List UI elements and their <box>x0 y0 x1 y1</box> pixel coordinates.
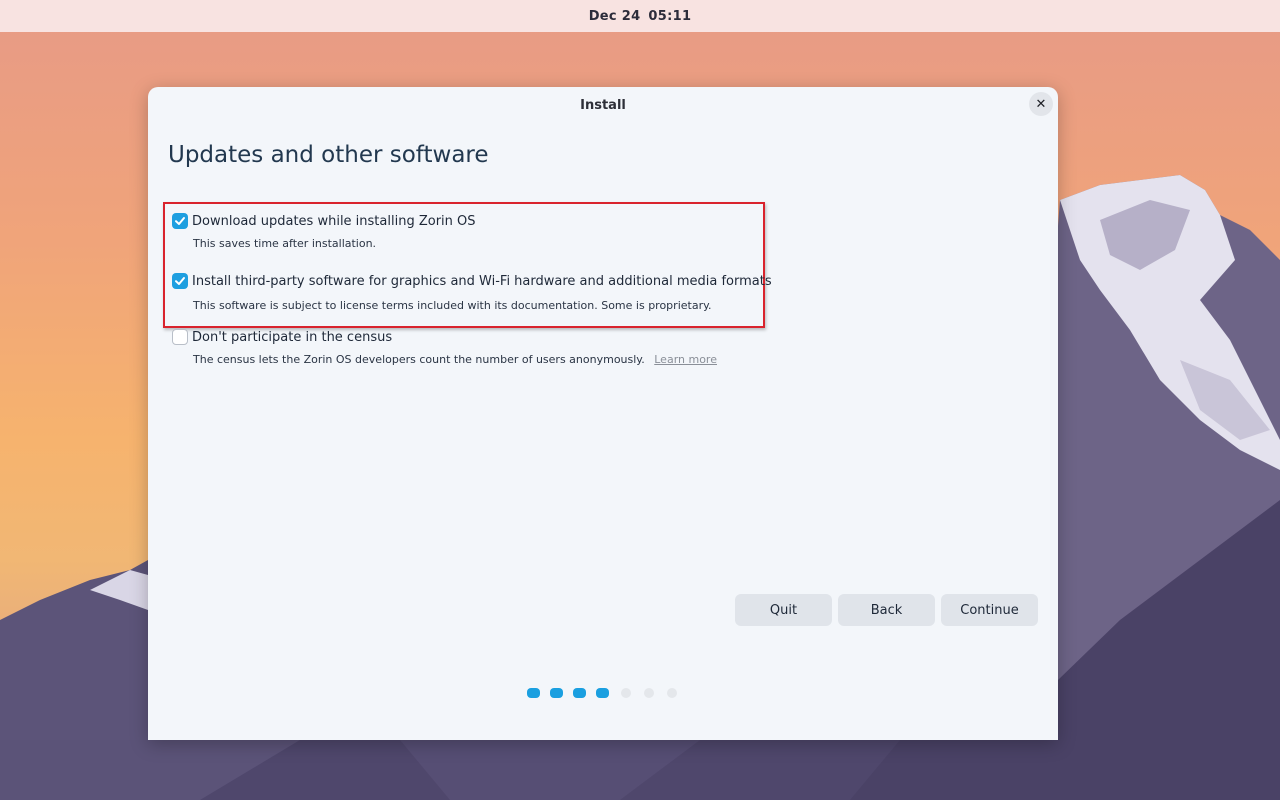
title-bar: Install ✕ <box>148 87 1058 123</box>
clock[interactable]: Dec 24 05:11 <box>589 9 692 24</box>
download-updates-checkbox[interactable] <box>172 213 188 229</box>
installer-window: Install ✕ Updates and other software Dow… <box>148 87 1058 740</box>
progress-dot-7 <box>666 688 677 698</box>
window-title: Install <box>580 97 626 113</box>
quit-button[interactable]: Quit <box>735 594 832 626</box>
clock-date: Dec 24 <box>588 8 641 24</box>
clock-time: 05:11 <box>648 8 692 24</box>
download-updates-description: This saves time after installation. <box>193 237 377 250</box>
checkmark-icon <box>175 277 185 285</box>
progress-dot-6 <box>643 688 654 698</box>
progress-dot-4 <box>596 688 609 698</box>
close-button[interactable]: ✕ <box>1029 92 1053 116</box>
third-party-description: This software is subject to license term… <box>193 299 712 312</box>
census-description: The census lets the Zorin OS developers … <box>193 353 645 366</box>
progress-dot-1 <box>527 688 540 698</box>
progress-dot-3 <box>573 688 586 698</box>
census-checkbox[interactable] <box>172 329 188 345</box>
third-party-checkbox[interactable] <box>172 273 188 289</box>
learn-more-link[interactable]: Learn more <box>654 353 717 366</box>
continue-button[interactable]: Continue <box>941 594 1038 626</box>
census-label[interactable]: Don't participate in the census <box>192 330 392 345</box>
top-bar: Dec 24 05:11 <box>0 0 1280 32</box>
close-icon: ✕ <box>1035 96 1047 112</box>
option-census: Don't participate in the census The cens… <box>172 329 717 366</box>
progress-dot-5 <box>620 688 631 698</box>
back-button[interactable]: Back <box>838 594 935 626</box>
desktop: Dec 24 05:11 Install ✕ Updates and other… <box>0 0 1280 800</box>
page-title: Updates and other software <box>168 142 489 168</box>
option-download-updates: Download updates while installing Zorin … <box>172 213 476 250</box>
progress-dots <box>527 688 678 698</box>
progress-dot-2 <box>550 688 563 698</box>
checkmark-icon <box>175 217 185 225</box>
option-third-party: Install third-party software for graphic… <box>172 273 772 312</box>
third-party-label[interactable]: Install third-party software for graphic… <box>192 274 772 289</box>
census-description-row: The census lets the Zorin OS developers … <box>193 353 717 366</box>
download-updates-label[interactable]: Download updates while installing Zorin … <box>192 214 476 229</box>
